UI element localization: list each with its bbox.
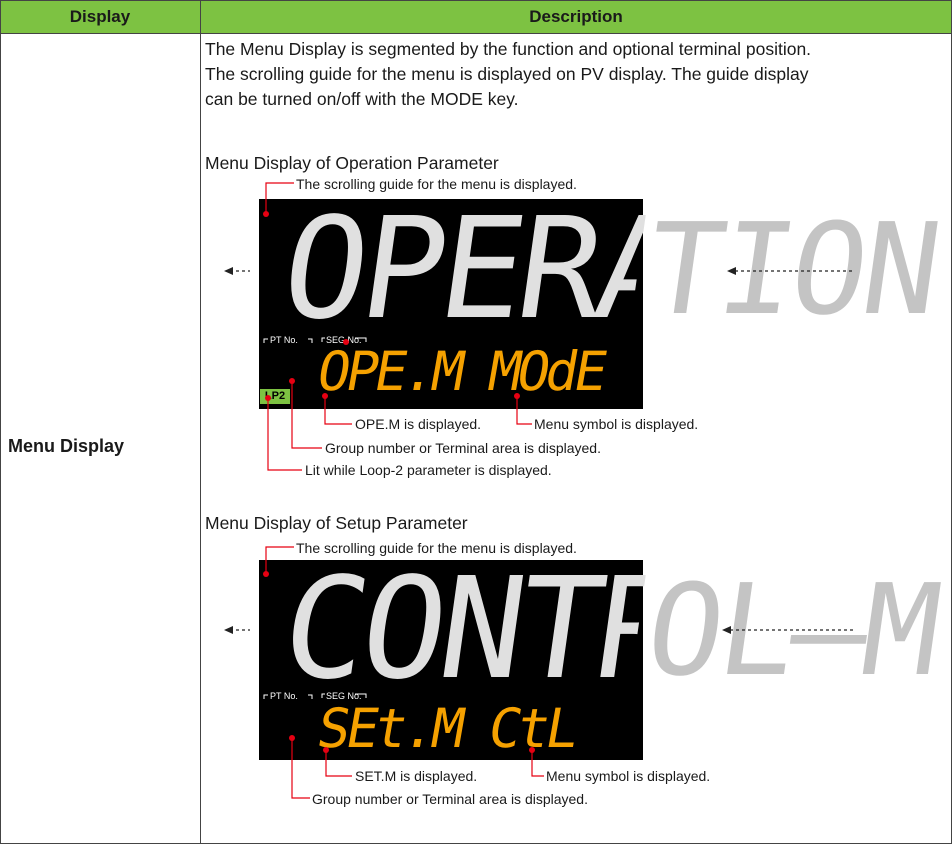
setup-arrow-left-head	[224, 626, 233, 634]
parameter-display-table: Display Description Menu Display The Men…	[0, 0, 952, 844]
operation-leader-loop2	[267, 398, 302, 471]
setup-leader-scrolling-guide	[265, 546, 294, 574]
setup-leader-set-m	[325, 750, 352, 777]
setup-seg-bracket	[321, 693, 325, 698]
operation-seg-bracket	[321, 337, 325, 342]
operation-dot-scrolling-guide	[263, 211, 269, 217]
setup-dot-menu-symbol	[529, 747, 535, 753]
table-and-callout-lines	[0, 0, 952, 844]
operation-seg-bracket-right	[355, 337, 367, 342]
operation-arrow-right-head	[727, 267, 736, 275]
operation-leader-group-number	[291, 381, 322, 449]
table-outer-border	[0, 0, 952, 844]
operation-leader-ope-m	[324, 396, 352, 425]
setup-pt-bracket-right	[308, 694, 313, 699]
setup-leader-menu-symbol	[531, 750, 544, 777]
setup-dot-scrolling-guide	[263, 571, 269, 577]
operation-dot-sv-top	[343, 339, 349, 345]
setup-arrow-right-head	[722, 626, 731, 634]
operation-dot-group-number	[289, 378, 295, 384]
operation-dot-loop2	[265, 395, 271, 401]
setup-dot-set-m	[323, 747, 329, 753]
setup-leader-group-number	[291, 738, 310, 799]
operation-pt-bracket-right	[308, 338, 313, 343]
operation-dot-menu-symbol	[514, 393, 520, 399]
setup-pt-bracket	[263, 694, 268, 699]
operation-pt-bracket	[263, 338, 268, 343]
operation-arrow-left-head	[224, 267, 233, 275]
operation-dot-ope-m	[322, 393, 328, 399]
operation-leader-scrolling-guide	[265, 182, 294, 214]
setup-dot-group-number	[289, 735, 295, 741]
operation-leader-menu-symbol	[516, 396, 532, 425]
setup-seg-bracket-right	[355, 693, 367, 698]
